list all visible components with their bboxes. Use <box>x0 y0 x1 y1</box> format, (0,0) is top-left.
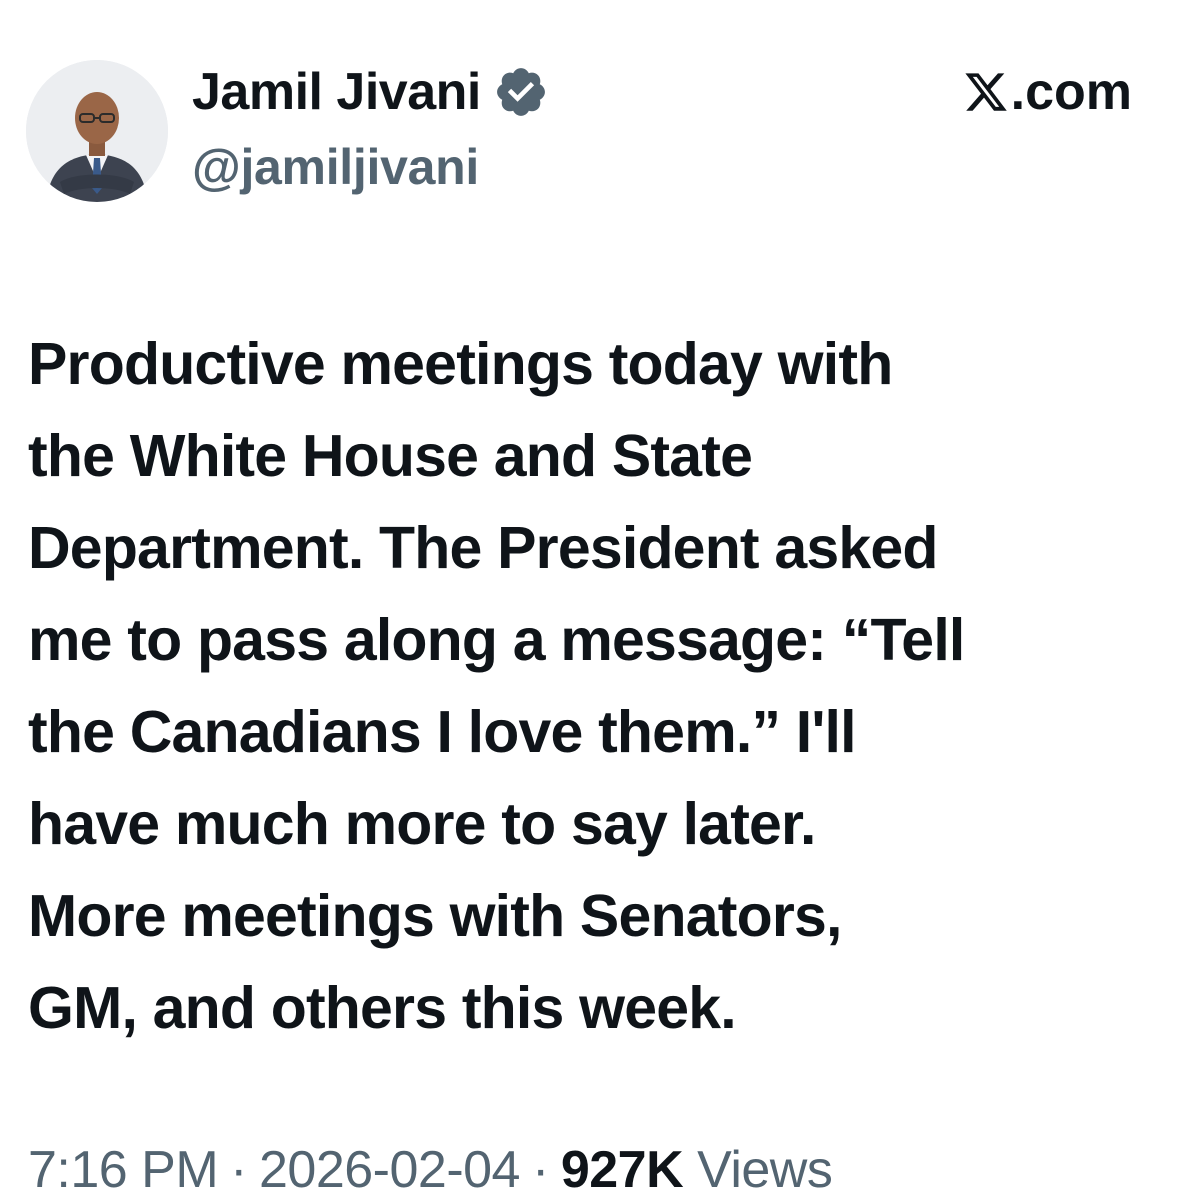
profile-photo <box>26 60 168 202</box>
avatar[interactable] <box>26 60 168 202</box>
tweet-meta: 7:16 PM · 2026-02-04 · 927K Views <box>28 1140 833 1200</box>
views-label: Views <box>697 1141 833 1199</box>
x-logo-icon <box>965 73 1007 111</box>
tweet-date[interactable]: 2026-02-04 <box>259 1141 521 1199</box>
tweet-text: Productive meetings today with the White… <box>28 318 1168 1054</box>
display-name[interactable]: Jamil Jivani <box>192 60 549 124</box>
tweet-line: GM, and others this week. <box>28 975 737 1041</box>
site-label-text: .com <box>1010 63 1132 121</box>
author-name[interactable]: Jamil Jivani <box>192 62 481 122</box>
meta-separator: · <box>230 1141 247 1199</box>
site-label: .com <box>963 62 1132 122</box>
tweet-time[interactable]: 7:16 PM <box>28 1141 219 1199</box>
meta-separator: · <box>531 1141 549 1199</box>
tweet-line: More meetings with Senators, <box>28 883 842 949</box>
tweet-line: me to pass along a message: “Tell <box>28 607 965 673</box>
tweet-line: Department. The President asked <box>28 515 938 581</box>
tweet-line: have much more to say later. <box>28 791 816 857</box>
verified-badge-icon <box>496 68 545 116</box>
tweet-line: the White House and State <box>28 423 753 489</box>
author-handle[interactable]: @jamiljivani <box>192 138 479 196</box>
views-count[interactable]: 927K <box>561 1141 684 1199</box>
tweet-line: Productive meetings today with <box>28 331 893 397</box>
tweet-line: the Canadians I love them.” I'll <box>28 699 857 765</box>
